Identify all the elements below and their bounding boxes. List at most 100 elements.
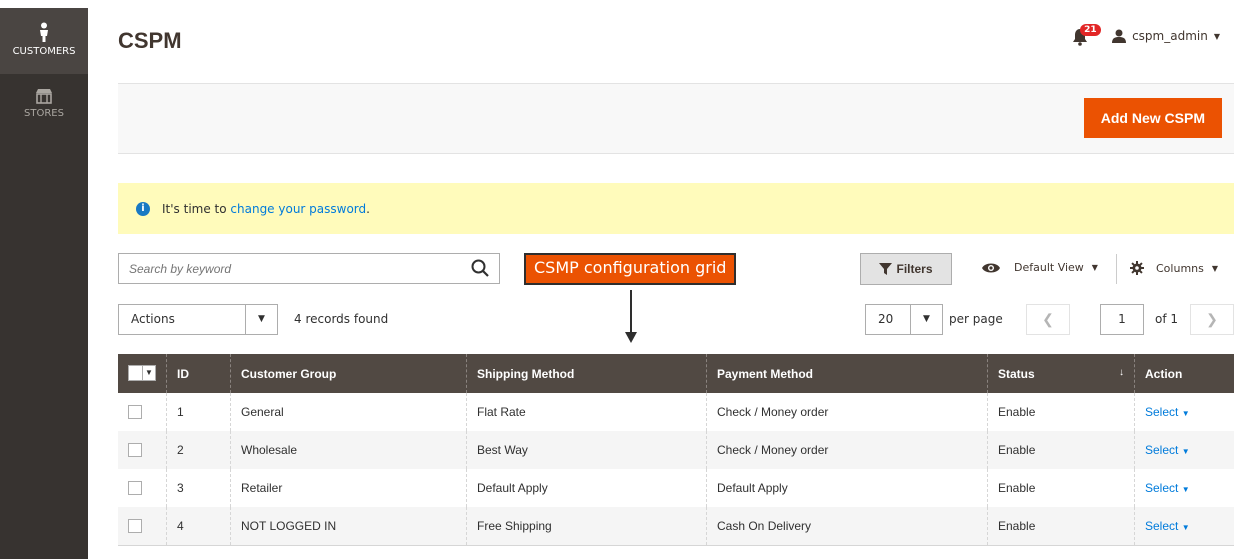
cspm-grid: ▼ ID Customer Group Shipping Method Paym… bbox=[118, 354, 1234, 546]
notice-suffix: . bbox=[366, 201, 370, 216]
chevron-down-icon: ▼ bbox=[245, 305, 277, 334]
chevron-left-icon: ❮ bbox=[1042, 311, 1054, 327]
per-page-value: 20 bbox=[878, 312, 894, 326]
cell-id: 4 bbox=[166, 507, 231, 546]
search-input[interactable] bbox=[119, 254, 459, 283]
header-actions: 21 cspm_admin ▼ bbox=[1072, 24, 1220, 46]
cell-shipping-method: Default Apply bbox=[466, 469, 707, 507]
sidebar-item-stores[interactable]: STORES bbox=[0, 80, 88, 130]
row-action-select[interactable]: Select ▼ bbox=[1145, 519, 1190, 533]
cell-payment-method: Cash On Delivery bbox=[706, 507, 988, 546]
next-page-button[interactable]: ❯ bbox=[1190, 304, 1234, 335]
chevron-down-icon: ▼ bbox=[1181, 447, 1190, 456]
callout-arrow-icon bbox=[625, 290, 637, 343]
column-header-customer-group[interactable]: Customer Group bbox=[230, 354, 467, 393]
cell-shipping-method: Flat Rate bbox=[466, 393, 707, 431]
grid-callout-label: CSMP configuration grid bbox=[524, 253, 737, 285]
table-row: 3 Retailer Default Apply Default Apply E… bbox=[118, 469, 1234, 507]
add-new-cspm-button[interactable]: Add New CSPM bbox=[1083, 98, 1222, 138]
columns-dropdown[interactable]: Columns ▼ bbox=[1130, 261, 1218, 275]
cell-payment-method: Check / Money order bbox=[706, 431, 988, 469]
cell-customer-group: Wholesale bbox=[230, 431, 467, 469]
per-page-label: per page bbox=[949, 312, 1003, 326]
cell-status: Enable bbox=[987, 393, 1135, 431]
chevron-right-icon: ❯ bbox=[1206, 311, 1218, 327]
cell-status: Enable bbox=[987, 469, 1135, 507]
row-action-label: Select bbox=[1145, 518, 1179, 533]
table-row: 1 General Flat Rate Check / Money order … bbox=[118, 393, 1234, 431]
previous-page-button[interactable]: ❮ bbox=[1026, 304, 1070, 335]
mass-select-checkbox[interactable]: ▼ bbox=[128, 364, 156, 381]
row-action-select[interactable]: Select ▼ bbox=[1145, 443, 1190, 457]
chevron-down-icon: ▼ bbox=[1181, 409, 1190, 418]
filters-label: Filters bbox=[896, 262, 933, 276]
storefront-icon bbox=[36, 89, 52, 104]
column-header-id[interactable]: ID bbox=[166, 354, 231, 393]
default-view-dropdown[interactable]: Default View ▼ bbox=[982, 261, 1098, 274]
sort-arrow-icon: ↓ bbox=[1119, 366, 1124, 378]
cell-payment-method: Check / Money order bbox=[706, 393, 988, 431]
per-page-select[interactable]: 20 ▼ bbox=[865, 304, 943, 335]
row-checkbox[interactable] bbox=[128, 443, 142, 458]
sidebar-item-customers[interactable]: CUSTOMERS bbox=[0, 8, 88, 74]
cell-customer-group: General bbox=[230, 393, 467, 431]
page-title: CSPM bbox=[118, 28, 182, 53]
cell-status: Enable bbox=[987, 507, 1135, 546]
eye-icon bbox=[982, 263, 1000, 272]
grid-header-row: ▼ ID Customer Group Shipping Method Paym… bbox=[118, 354, 1234, 393]
table-row: 2 Wholesale Best Way Check / Money order… bbox=[118, 431, 1234, 469]
row-checkbox[interactable] bbox=[128, 405, 142, 420]
user-name: cspm_admin bbox=[1132, 29, 1208, 43]
column-header-payment-method[interactable]: Payment Method bbox=[706, 354, 988, 393]
cell-shipping-method: Free Shipping bbox=[466, 507, 707, 546]
search-box bbox=[118, 253, 500, 284]
row-checkbox-cell bbox=[118, 507, 167, 546]
change-password-link[interactable]: change your password bbox=[230, 202, 366, 216]
user-menu[interactable]: cspm_admin ▼ bbox=[1112, 29, 1220, 43]
row-action-label: Select bbox=[1145, 481, 1179, 495]
mass-actions-label: Actions bbox=[131, 312, 175, 326]
cell-id: 2 bbox=[166, 431, 231, 469]
cell-customer-group: NOT LOGGED IN bbox=[230, 507, 467, 546]
chevron-down-icon: ▼ bbox=[1213, 31, 1220, 41]
status-header-label: Status bbox=[998, 366, 1035, 381]
row-checkbox[interactable] bbox=[128, 519, 142, 534]
chevron-down-icon: ▼ bbox=[1091, 263, 1098, 272]
column-header-shipping-method[interactable]: Shipping Method bbox=[466, 354, 707, 393]
cell-id: 3 bbox=[166, 469, 231, 507]
filters-button[interactable]: Filters bbox=[860, 253, 952, 285]
search-icon[interactable] bbox=[471, 259, 489, 277]
mass-actions-select[interactable]: Actions ▼ bbox=[118, 304, 278, 335]
default-view-label: Default View bbox=[1014, 261, 1084, 274]
row-checkbox[interactable] bbox=[128, 481, 142, 496]
gear-icon bbox=[1130, 261, 1144, 275]
cell-action: Select ▼ bbox=[1134, 469, 1234, 507]
cell-shipping-method: Best Way bbox=[466, 431, 707, 469]
table-row: 4 NOT LOGGED IN Free Shipping Cash On De… bbox=[118, 507, 1234, 546]
column-header-action: Action bbox=[1134, 354, 1234, 393]
current-page-input[interactable]: 1 bbox=[1100, 304, 1144, 335]
password-notice: i It's time to change your password . bbox=[118, 183, 1234, 234]
sidebar-item-label: STORES bbox=[24, 108, 64, 119]
cell-status: Enable bbox=[987, 431, 1135, 469]
page-actions-bar: Add New CSPM bbox=[118, 84, 1234, 154]
cell-action: Select ▼ bbox=[1134, 431, 1234, 469]
row-action-select[interactable]: Select ▼ bbox=[1145, 481, 1190, 495]
chevron-down-icon: ▼ bbox=[910, 305, 942, 334]
info-icon: i bbox=[136, 201, 150, 216]
chevron-down-icon: ▼ bbox=[1211, 263, 1219, 273]
cell-action: Select ▼ bbox=[1134, 507, 1234, 546]
filter-icon bbox=[879, 263, 893, 275]
notifications-button[interactable]: 21 bbox=[1072, 24, 1101, 46]
column-header-status[interactable]: Status ↓ bbox=[987, 354, 1135, 393]
columns-label: Columns bbox=[1156, 261, 1204, 275]
admin-sidebar: CUSTOMERS STORES bbox=[0, 0, 88, 559]
notifications-count-badge: 21 bbox=[1080, 24, 1101, 36]
row-checkbox-cell bbox=[118, 469, 167, 507]
row-action-select[interactable]: Select ▼ bbox=[1145, 405, 1190, 419]
person-icon bbox=[40, 22, 48, 42]
mass-select-header[interactable]: ▼ bbox=[118, 354, 167, 393]
chevron-down-icon: ▼ bbox=[1181, 485, 1190, 494]
records-found: 4 records found bbox=[294, 312, 389, 326]
page-total: of 1 bbox=[1155, 312, 1179, 326]
